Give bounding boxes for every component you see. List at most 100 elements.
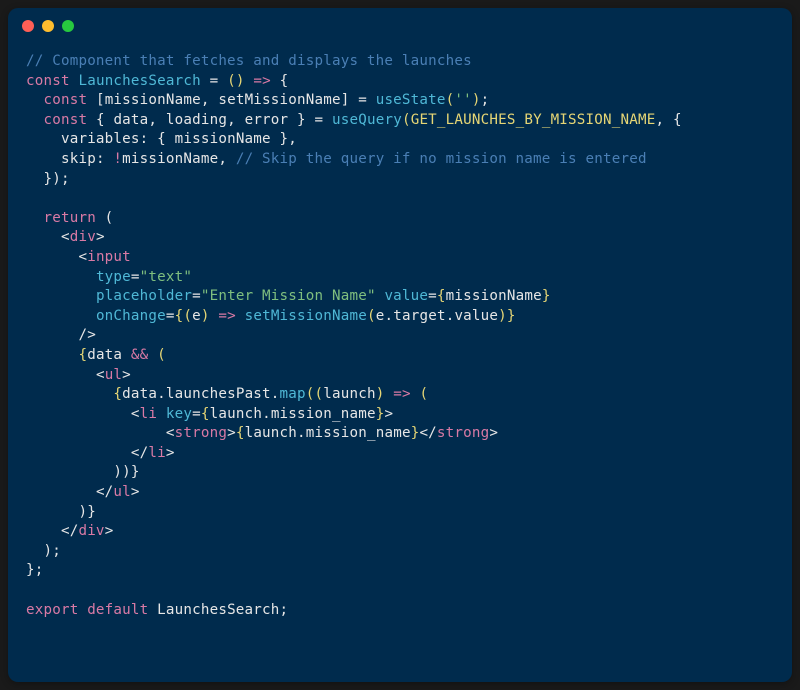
code-text: >	[131, 484, 140, 500]
code-tag: ul	[105, 367, 122, 383]
code-prop: mission_name	[306, 425, 411, 441]
code-tag: strong	[437, 425, 489, 441]
code-text: />	[78, 327, 95, 343]
code-text: >	[489, 425, 498, 441]
code-text: .	[157, 386, 166, 402]
code-keyword: return	[43, 210, 95, 226]
code-comment: // Skip the query if no mission name is …	[236, 151, 647, 167]
code-text: =	[192, 288, 201, 304]
code-text: .	[271, 386, 280, 402]
code-attr: type	[96, 269, 131, 285]
maximize-button[interactable]	[62, 20, 74, 32]
code-text: >	[105, 523, 114, 539]
close-button[interactable]	[22, 20, 34, 32]
code-function: map	[280, 386, 306, 402]
code-operator: !	[113, 151, 122, 167]
code-prop: target	[393, 308, 445, 324]
code-paren: (	[315, 386, 324, 402]
code-text: } =	[288, 112, 332, 128]
code-param: e	[192, 308, 201, 324]
code-text: .	[297, 425, 306, 441]
code-text: ))}	[113, 464, 139, 480]
code-editor-window: // Component that fetches and displays t…	[8, 8, 792, 682]
minimize-button[interactable]	[42, 20, 54, 32]
code-var: missionName	[446, 288, 542, 304]
code-keyword: default	[78, 602, 148, 618]
code-attr: key	[157, 406, 192, 422]
code-text: .	[384, 308, 393, 324]
code-semi: ;	[481, 92, 490, 108]
code-brace: {	[280, 73, 289, 89]
code-text: },	[271, 131, 297, 147]
code-text: ] =	[341, 92, 376, 108]
code-text: =	[201, 73, 227, 89]
code-paren: (	[157, 347, 166, 363]
code-text: ,	[201, 92, 218, 108]
code-text: >	[166, 445, 175, 461]
code-prop: launchesPast	[166, 386, 271, 402]
code-semi: ;	[280, 602, 289, 618]
code-operator: &&	[122, 347, 157, 363]
code-keyword: const	[26, 73, 70, 89]
code-text: )}	[78, 504, 95, 520]
code-string: ''	[454, 92, 471, 108]
code-tag: li	[140, 406, 157, 422]
code-var: missionName	[105, 92, 201, 108]
code-attr: value	[376, 288, 428, 304]
code-text: ,	[218, 151, 235, 167]
code-text: <	[166, 425, 175, 441]
code-var: launch	[245, 425, 297, 441]
code-paren: (	[183, 308, 192, 324]
code-text: });	[26, 171, 70, 187]
code-attr: onChange	[96, 308, 166, 324]
code-var: loading	[166, 112, 227, 128]
code-var: launch	[210, 406, 262, 422]
code-var: setMissionName	[218, 92, 340, 108]
code-paren: (	[419, 386, 428, 402]
code-var: error	[245, 112, 289, 128]
code-paren: (	[402, 112, 411, 128]
code-brace: {	[201, 406, 210, 422]
code-brace: {	[236, 425, 245, 441]
code-text: [	[87, 92, 104, 108]
code-text: };	[26, 562, 43, 578]
code-text: <	[61, 229, 70, 245]
code-text: </	[96, 484, 113, 500]
code-operator: =>	[384, 386, 419, 402]
code-text: >	[122, 367, 131, 383]
code-keyword: const	[43, 112, 87, 128]
code-operator: =>	[210, 308, 245, 324]
code-paren: (	[227, 73, 236, 89]
window-titlebar	[8, 8, 792, 44]
code-text: .	[262, 406, 271, 422]
code-param: launch	[323, 386, 375, 402]
code-text: </	[419, 425, 436, 441]
code-brace: {	[437, 288, 446, 304]
code-text: , {	[655, 112, 681, 128]
code-text: );	[26, 543, 61, 559]
code-tag: ul	[113, 484, 130, 500]
code-paren: (	[367, 308, 376, 324]
code-keyword: export	[26, 602, 78, 618]
code-var: data	[113, 112, 148, 128]
code-function: setMissionName	[245, 308, 367, 324]
code-key: variables	[61, 131, 140, 147]
code-text: <	[78, 249, 87, 265]
code-prop: value	[454, 308, 498, 324]
code-text: </	[61, 523, 78, 539]
code-brace: {	[113, 386, 122, 402]
code-text: >	[227, 425, 236, 441]
code-identifier: LaunchesSearch	[78, 73, 200, 89]
code-brace: }	[507, 308, 516, 324]
code-text: ,	[148, 112, 165, 128]
code-content[interactable]: // Component that fetches and displays t…	[8, 44, 792, 628]
code-text: <	[131, 406, 140, 422]
code-brace: }	[542, 288, 551, 304]
code-text: (	[96, 210, 113, 226]
code-var: missionName	[122, 151, 218, 167]
code-comment: // Component that fetches and displays t…	[26, 53, 472, 69]
code-var: data	[87, 347, 122, 363]
code-paren: )	[472, 92, 481, 108]
code-text: </	[131, 445, 148, 461]
code-string: "Enter Mission Name"	[201, 288, 376, 304]
